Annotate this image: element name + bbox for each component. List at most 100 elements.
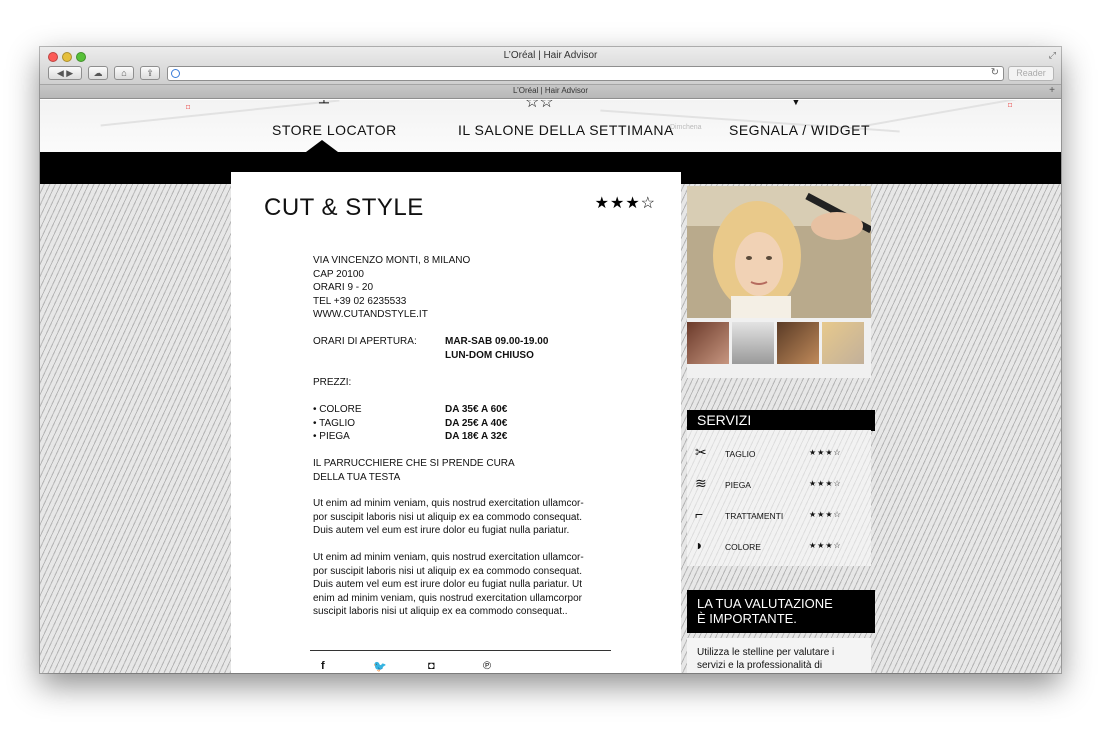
divider (310, 650, 611, 651)
facebook-icon[interactable]: f (321, 660, 325, 672)
icloud-tabs-button[interactable]: ☁ (88, 66, 108, 80)
scissors-icon: ✂ (695, 444, 707, 460)
page-viewport: ◘ ◘ Dimchena ┴ ☆☆ ▼ STORE LOCATOR IL SAL… (40, 100, 1061, 673)
thumbnail-1[interactable] (687, 322, 729, 364)
price-label: • TAGLIO (313, 417, 356, 429)
service-rating[interactable]: ★★★☆ (809, 448, 842, 457)
description-paragraph: Ut enim ad minim veniam, quis nostrud ex… (313, 497, 613, 538)
prices-label: PREZZI: (313, 377, 352, 388)
description-paragraph: Ut enim ad minim veniam, quis nostrud ex… (313, 551, 613, 619)
back-arrow-icon[interactable]: ◀ (57, 68, 64, 78)
twitter-icon[interactable]: 🐦 (373, 660, 387, 673)
store-rating[interactable]: ★★★☆ (595, 193, 656, 213)
thumbnail-2[interactable] (732, 322, 774, 364)
rating-heading-line: LA TUA VALUTAZIONE (697, 596, 833, 611)
fullscreen-icon[interactable]: ⤢ (1049, 50, 1056, 61)
pin-icon: ┴ (319, 100, 329, 110)
service-row: ≋ PIEGA ★★★☆ (695, 475, 865, 495)
pinterest-icon[interactable]: ℗ (483, 660, 491, 672)
tab-title[interactable]: L’Oréal | Hair Advisor (40, 86, 1061, 95)
website-link[interactable]: WWW.CUTANDSTYLE.IT (313, 308, 470, 322)
opening-label: ORARI DI APERTURA: (313, 336, 417, 347)
new-tab-icon[interactable]: + (1049, 85, 1055, 96)
paragraph-line: Duis autem vel eum est irure dolor eu fu… (313, 579, 583, 590)
instagram-icon[interactable]: ◘ (428, 660, 435, 672)
home-button[interactable]: ⌂ (114, 66, 134, 80)
reload-icon[interactable]: ↻ (991, 67, 999, 78)
window-title: L’Oréal | Hair Advisor (503, 50, 598, 61)
map-label: Dimchena (670, 124, 702, 131)
rating-heading: LA TUA VALUTAZIONE È IMPORTANTE. (687, 590, 875, 633)
price-value: DA 18€ A 32€ (445, 431, 508, 442)
browser-window: L’Oréal | Hair Advisor ⤢ ◀ ▶ ☁ ⌂ ⇪ ↻ Rea… (40, 47, 1061, 673)
tagline: IL PARRUCCHIERE CHE SI PRENDE CURA DELLA… (313, 457, 613, 484)
home-icon: ⌂ (121, 68, 127, 78)
tagline-line: DELLA TUA TESTA (313, 471, 401, 483)
price-value: DA 25€ A 40€ (445, 417, 508, 429)
service-row: ⌐ TRATTAMENTI ★★★☆ (695, 506, 865, 526)
price-label: • PIEGA (313, 431, 350, 442)
address-line: ORARI 9 - 20 (313, 282, 374, 293)
bookmark-icon: ▼ (788, 100, 804, 109)
service-rating[interactable]: ★★★☆ (809, 541, 842, 550)
service-rating[interactable]: ★★★☆ (809, 479, 842, 488)
store-name: CUT & STYLE (264, 194, 424, 221)
price-value: DA 35€ A 60€ (445, 404, 508, 415)
service-label: TAGLIO (725, 449, 756, 459)
color-bowl-icon: ◗ (695, 537, 704, 553)
nav-store-locator[interactable]: STORE LOCATOR (272, 122, 397, 138)
woman-haircut-illustration (687, 186, 871, 318)
photo-gallery (687, 186, 871, 378)
thumbnail-3[interactable] (777, 322, 819, 364)
rating-text: Utilizza le stelline per valutare i serv… (697, 646, 857, 672)
address-bar[interactable]: ↻ (167, 66, 1004, 81)
price-label: • COLORE (313, 404, 362, 415)
reader-button[interactable]: Reader (1008, 66, 1054, 81)
service-row: ✂ TAGLIO ★★★☆ (695, 444, 865, 464)
opening-line: MAR-SAB 09.00-19.00 (445, 336, 549, 347)
map-pin-icon: ◘ (186, 104, 191, 111)
rating-text-line: Utilizza le stelline per valutare i (697, 647, 835, 658)
tab-bar: L’Oréal | Hair Advisor + (40, 85, 1061, 99)
rating-info: Utilizza le stelline per valutare i serv… (687, 638, 871, 673)
paragraph-line: Ut enim ad minim veniam, quis nostrud ex… (313, 498, 584, 509)
map-street (861, 100, 1059, 128)
address-line: VIA VINCENZO MONTI, 8 MILANO (313, 255, 471, 266)
active-nav-indicator (306, 140, 338, 152)
stars-icon: ☆☆ (525, 100, 554, 111)
opening-line: LUN-DOM CHIUSO (445, 349, 534, 361)
rating-text-line: servizi e la professionalità di (697, 660, 823, 671)
main-salon-photo[interactable] (687, 186, 871, 318)
nav-segnala-widget[interactable]: SEGNALA / WIDGET (729, 122, 870, 138)
tagline-line: IL PARRUCCHIERE CHE SI PRENDE CURA (313, 458, 515, 469)
map-pin-icon: ◘ (1008, 102, 1013, 109)
service-label: TRATTAMENTI (725, 511, 784, 521)
price-labels: • COLORE • TAGLIO • PIEGA (313, 403, 362, 444)
share-button[interactable]: ⇪ (140, 66, 160, 80)
services-list: ✂ TAGLIO ★★★☆ ≋ PIEGA ★★★☆ ⌐ TRATTAMENTI… (687, 430, 871, 566)
title-bar: L’Oréal | Hair Advisor ⤢ ◀ ▶ ☁ ⌂ ⇪ ↻ Rea… (40, 47, 1061, 85)
share-icon: ⇪ (146, 68, 154, 78)
paragraph-line: por suscipit laboris nisi ut aliquip ex … (313, 565, 583, 577)
hair-wave-icon: ≋ (695, 475, 707, 491)
hair-dryer-icon: ⌐ (695, 506, 704, 522)
paragraph-line: enim ad minim veniam, quis nostrud exerc… (313, 592, 583, 604)
rating-heading-line: È IMPORTANTE. (697, 611, 797, 626)
service-label: PIEGA (725, 480, 751, 490)
store-card: CUT & STYLE ★★★☆ VIA VINCENZO MONTI, 8 M… (231, 172, 681, 673)
service-label: COLORE (725, 542, 761, 552)
paragraph-line: suscipit laboris nisi ut aliquip ex ea c… (313, 606, 568, 617)
forward-arrow-icon[interactable]: ▶ (66, 68, 73, 78)
paragraph-line: Ut enim ad minim veniam, quis nostrud ex… (313, 552, 584, 563)
price-values: DA 35€ A 60€ DA 25€ A 40€ DA 18€ A 32€ (445, 403, 507, 444)
back-forward-buttons[interactable]: ◀ ▶ (48, 66, 82, 80)
cloud-icon: ☁ (93, 68, 103, 78)
phone-line: TEL +39 02 6235533 (313, 295, 407, 307)
store-address: VIA VINCENZO MONTI, 8 MILANO CAP 20100 O… (313, 254, 470, 322)
nav-salone-settimana[interactable]: IL SALONE DELLA SETTIMANA (458, 122, 674, 138)
service-rating[interactable]: ★★★☆ (809, 510, 842, 519)
service-row: ◗ COLORE ★★★☆ (695, 537, 865, 557)
thumbnail-4[interactable] (822, 322, 864, 364)
address-line: CAP 20100 (313, 268, 364, 280)
paragraph-line: por suscipit laboris nisi ut aliquip ex … (313, 511, 583, 523)
